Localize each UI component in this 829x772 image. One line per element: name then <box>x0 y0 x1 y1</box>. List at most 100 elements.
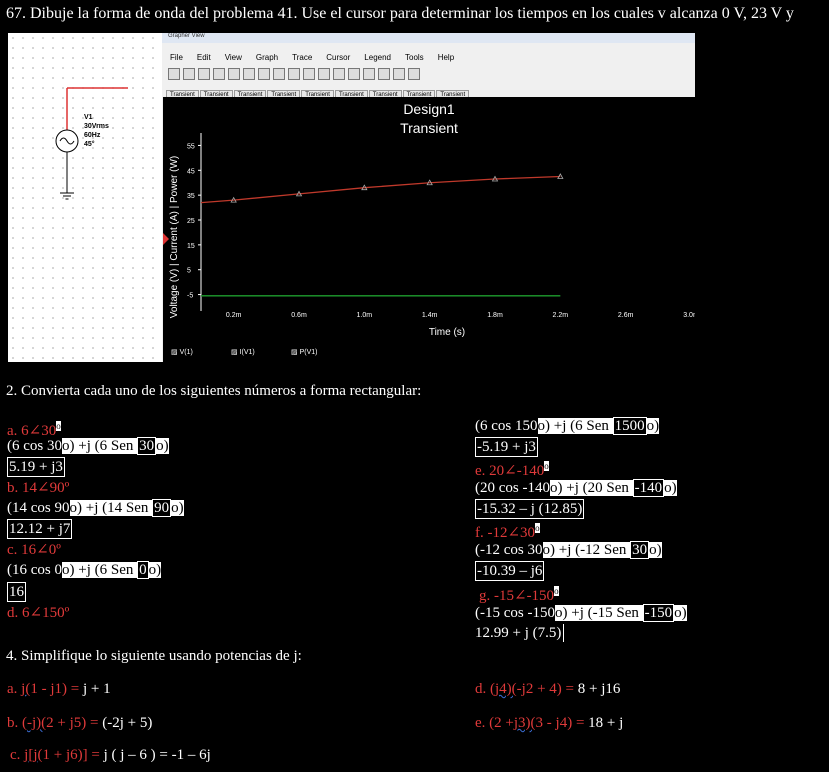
expr-part: (6 cos 30 <box>7 438 62 454</box>
expr-part: (14 cos 90 <box>7 500 70 516</box>
expr-part: -j2 + 4) = <box>516 681 578 697</box>
item-2d-expansion: (6 cos 150o) +j (6 Sen 1500 o) <box>475 417 660 435</box>
expr-part: 1 - j1) = <box>30 681 83 697</box>
grid-icon[interactable] <box>258 68 270 81</box>
item-2e-result: -15.32 – j (12.85) <box>475 499 585 519</box>
source-name: V1 <box>84 114 93 121</box>
legend: ▨ V(1) ▨ I(V1) ▨ P(V1) <box>171 341 347 359</box>
chart-subtitle: Transient <box>400 120 458 136</box>
y-axis-label: Voltage (V) | Current (A) | Power (W) <box>169 156 180 318</box>
menu-file[interactable]: File <box>170 53 183 62</box>
expr-part: 90 <box>152 499 172 517</box>
y-tick-label: 55 <box>187 143 195 150</box>
copy-icon[interactable] <box>228 68 240 81</box>
x-tick-label: 1.0m <box>357 312 373 319</box>
settings-icon[interactable] <box>408 68 420 81</box>
legend-pv1-label: P(V1) <box>299 349 318 356</box>
expr-part: (1 + j6)] = <box>37 747 104 763</box>
tab-strip: Transient Transient Transient Transient Tran… <box>162 81 695 100</box>
item-4c: c. j[j(1 + j6)] = j ( j – 6 ) = -1 – 6j <box>10 746 211 764</box>
cursor-icon[interactable] <box>288 68 300 81</box>
item-2f-result: -10.39 – j6 <box>475 561 545 581</box>
expr-part: (20 cos -140 <box>475 480 550 496</box>
expr-part: a. <box>7 681 22 697</box>
toolbar <box>162 63 695 81</box>
expr-part: j ( j – 6 ) = -1 – 6j <box>103 747 211 763</box>
menu-view[interactable]: View <box>225 53 242 62</box>
marker-icon[interactable] <box>303 68 315 81</box>
expr-part: (16 cos 0 <box>7 562 62 578</box>
menu-help[interactable]: Help <box>438 53 454 62</box>
expr-part: (-15 cos -150 <box>475 605 555 621</box>
expr-part: 1500 <box>612 417 647 435</box>
y-tick-label: 45 <box>187 168 195 175</box>
save-icon[interactable] <box>183 68 195 81</box>
problem-67-heading: 67. Dibuje la forma de onda del problema… <box>6 5 794 22</box>
expr-part: o) <box>171 500 184 516</box>
x-tick-label: 0.2m <box>226 312 242 319</box>
circuit-diagram <box>55 87 128 200</box>
legend-pv1[interactable]: ▨ P(V1) <box>291 348 347 356</box>
zoom-fit-icon[interactable] <box>348 68 360 81</box>
text-icon[interactable] <box>378 68 390 81</box>
item-2g-degree: o <box>554 586 559 596</box>
y-tick-label: -5 <box>187 293 193 300</box>
section-4-title: 4. Simplifique lo siguiente usando poten… <box>6 648 302 664</box>
expr-part: (6 cos 150 <box>475 418 538 434</box>
expr-part: e. (2 + <box>475 715 514 731</box>
expr-part: -140 <box>632 479 665 497</box>
section-2-title: 2. Convierta cada uno de los siguientes … <box>6 383 422 399</box>
legend-v1-label: V(1) <box>179 349 193 356</box>
menu-tools[interactable]: Tools <box>405 53 424 62</box>
expr-part: o) +j (14 Sen <box>69 500 153 516</box>
item-2c-heading: c. 16∠0º <box>7 542 61 558</box>
menu-legend[interactable]: Legend <box>364 53 391 62</box>
menu-edit[interactable]: Edit <box>197 53 211 62</box>
y-tick-label: 25 <box>187 218 195 225</box>
series-line-V(1) <box>200 175 561 204</box>
item-2a-result: 5.19 + j3 <box>7 457 65 477</box>
legend-v1[interactable]: ▨ V(1) <box>171 348 227 356</box>
item-2g-result: 12.99 + j (7.5) <box>475 624 565 642</box>
menu-graph[interactable]: Graph <box>256 53 278 62</box>
cursor-marker-icon[interactable] <box>163 233 169 245</box>
expr-part: o) <box>156 438 169 454</box>
expr-part: b. ( <box>7 715 27 731</box>
item-2e-expansion: (20 cos -140o) +j (20 Sen -140 o) <box>475 479 677 497</box>
menu-cursor[interactable]: Cursor <box>326 53 350 62</box>
item-2f-heading: f. -12∠30o <box>475 519 540 542</box>
menu-trace[interactable]: Trace <box>292 53 312 62</box>
undo-icon[interactable] <box>198 68 210 81</box>
expr-part: 18 + j <box>588 715 624 731</box>
expr-part: o) +j (6 Sen <box>62 562 138 578</box>
cut-icon[interactable] <box>213 68 225 81</box>
expr-part: (-12 cos 30 <box>475 542 543 558</box>
legend-iv1-label: I(V1) <box>239 349 255 356</box>
expr-part: -j)( <box>27 715 47 731</box>
item-2g-heading: g. -15∠-150o <box>479 582 559 605</box>
zoom-in-icon[interactable] <box>318 68 330 81</box>
menu-bar: File Edit View Graph Trace Cursor Legend… <box>162 43 695 63</box>
item-2b-expansion: (14 cos 90o) +j (14 Sen 90 o) <box>7 499 184 517</box>
paste-icon[interactable] <box>243 68 255 81</box>
expr-part: 0 <box>137 561 149 579</box>
x-tick-label: 2.2m <box>553 312 569 319</box>
legend-iv1[interactable]: ▨ I(V1) <box>231 348 287 356</box>
expr-part: j4)( <box>495 681 517 697</box>
print-icon[interactable] <box>393 68 405 81</box>
item-4e: e. (2 +j3)(3 - j4) = 18 + j <box>475 714 623 732</box>
item-2f-degree: o <box>535 523 540 533</box>
expr-part: o) +j (6 Sen <box>537 418 613 434</box>
export-icon[interactable] <box>363 68 375 81</box>
legend-icon[interactable] <box>273 68 285 81</box>
x-tick-label: 1.4m <box>422 312 438 319</box>
item-2e-heading: e. 20∠-140o <box>475 457 549 480</box>
expr-part: j( <box>21 681 31 697</box>
item-2b-result: 12.12 + j7 <box>7 519 73 539</box>
zoom-out-icon[interactable] <box>333 68 345 81</box>
item-2f-text: f. -12∠30 <box>475 525 536 541</box>
expr-part: 30 <box>137 437 157 455</box>
expr-part: c. <box>10 747 25 763</box>
open-icon[interactable] <box>168 68 180 81</box>
item-2d-result: -5.19 + j3 <box>475 437 538 457</box>
